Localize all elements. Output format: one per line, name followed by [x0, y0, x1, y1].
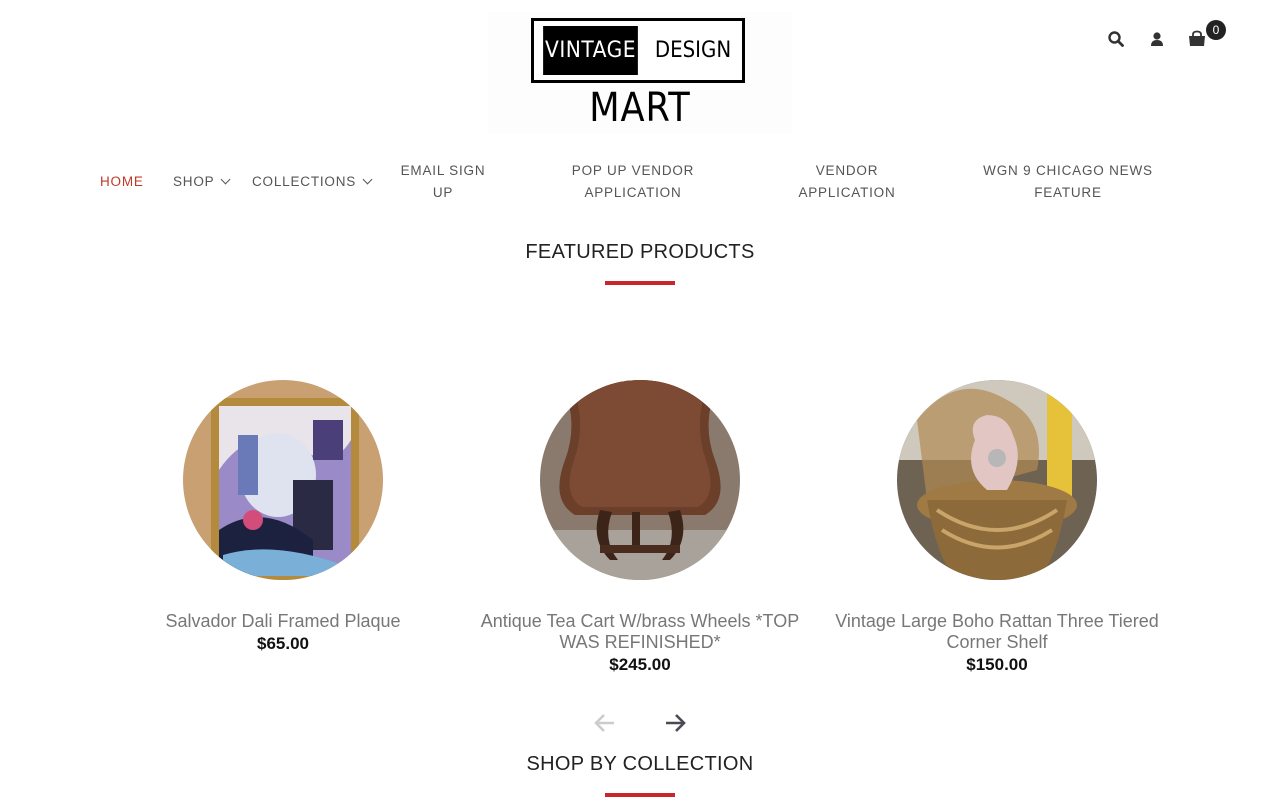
chevron-down-icon — [362, 174, 373, 185]
product-image[interactable] — [183, 380, 383, 580]
product-price: $65.00 — [257, 634, 309, 653]
user-icon — [1151, 32, 1163, 46]
product-name[interactable]: Vintage Large Boho Rattan Three Tiered C… — [817, 611, 1177, 653]
arrow-right-icon — [666, 714, 686, 732]
logo-frame: VINTAGE DESIGN — [531, 18, 745, 83]
nav-wgn-news-label: WGN 9 CHICAGO NEWS FEATURE — [983, 163, 1153, 200]
shopping-bag-icon — [1189, 30, 1205, 46]
product-price: $245.00 — [609, 655, 671, 674]
carousel-prev-button[interactable] — [592, 710, 618, 736]
dali-plaque-image — [183, 380, 383, 580]
heading-underline — [605, 281, 675, 285]
shop-by-collection-heading: SHOP BY COLLECTION — [526, 753, 754, 775]
product-card: Vintage Large Boho Rattan Three Tiered C… — [817, 380, 1177, 675]
product-name[interactable]: Antique Tea Cart W/brass Wheels *TOP WAS… — [460, 611, 820, 653]
nav-shop[interactable]: SHOP — [173, 171, 231, 193]
nav-wgn-news-feature[interactable]: WGN 9 CHICAGO NEWS FEATURE — [978, 160, 1158, 204]
nav-shop-label: SHOP — [173, 174, 215, 189]
nav-home[interactable]: HOME — [100, 171, 144, 193]
nav-email-signup[interactable]: EMAIL SIGN UP — [393, 160, 493, 204]
product-image[interactable] — [540, 380, 740, 580]
logo-text-design: DESIGN — [654, 38, 732, 63]
arrow-left-icon — [594, 714, 614, 732]
nav-pop-up-vendor-label: POP UP VENDOR APPLICATION — [571, 163, 695, 200]
site-logo[interactable]: VINTAGE DESIGN MART — [488, 12, 792, 134]
nav-collections[interactable]: COLLECTIONS — [252, 171, 373, 193]
product-card: Antique Tea Cart W/brass Wheels *TOP WAS… — [460, 380, 820, 675]
logo-text-mart: MART — [589, 85, 691, 131]
product-image[interactable] — [897, 380, 1097, 580]
tea-cart-image — [540, 380, 740, 580]
product-price: $150.00 — [966, 655, 1028, 674]
search-icon — [1108, 31, 1124, 47]
rattan-shelf-image — [897, 380, 1097, 580]
product-name[interactable]: Salvador Dali Framed Plaque — [103, 611, 463, 632]
nav-collections-label: COLLECTIONS — [252, 174, 357, 189]
nav-pop-up-vendor-application[interactable]: POP UP VENDOR APPLICATION — [558, 160, 708, 204]
search-button[interactable] — [1107, 30, 1129, 52]
carousel-next-button[interactable] — [662, 710, 688, 736]
nav-home-label: HOME — [100, 174, 144, 189]
nav-vendor-application-label: VENDOR APPLICATION — [798, 163, 896, 200]
cart-count-badge: 0 — [1206, 20, 1226, 40]
logo-text-vintage: VINTAGE — [543, 26, 638, 75]
product-card: Salvador Dali Framed Plaque $65.00 — [103, 380, 463, 654]
account-button[interactable] — [1149, 30, 1171, 52]
nav-vendor-application[interactable]: VENDOR APPLICATION — [787, 160, 907, 204]
nav-email-signup-label: EMAIL SIGN UP — [400, 163, 486, 200]
featured-products-heading: FEATURED PRODUCTS — [525, 241, 755, 263]
chevron-down-icon — [221, 174, 231, 185]
heading-underline — [605, 793, 675, 797]
